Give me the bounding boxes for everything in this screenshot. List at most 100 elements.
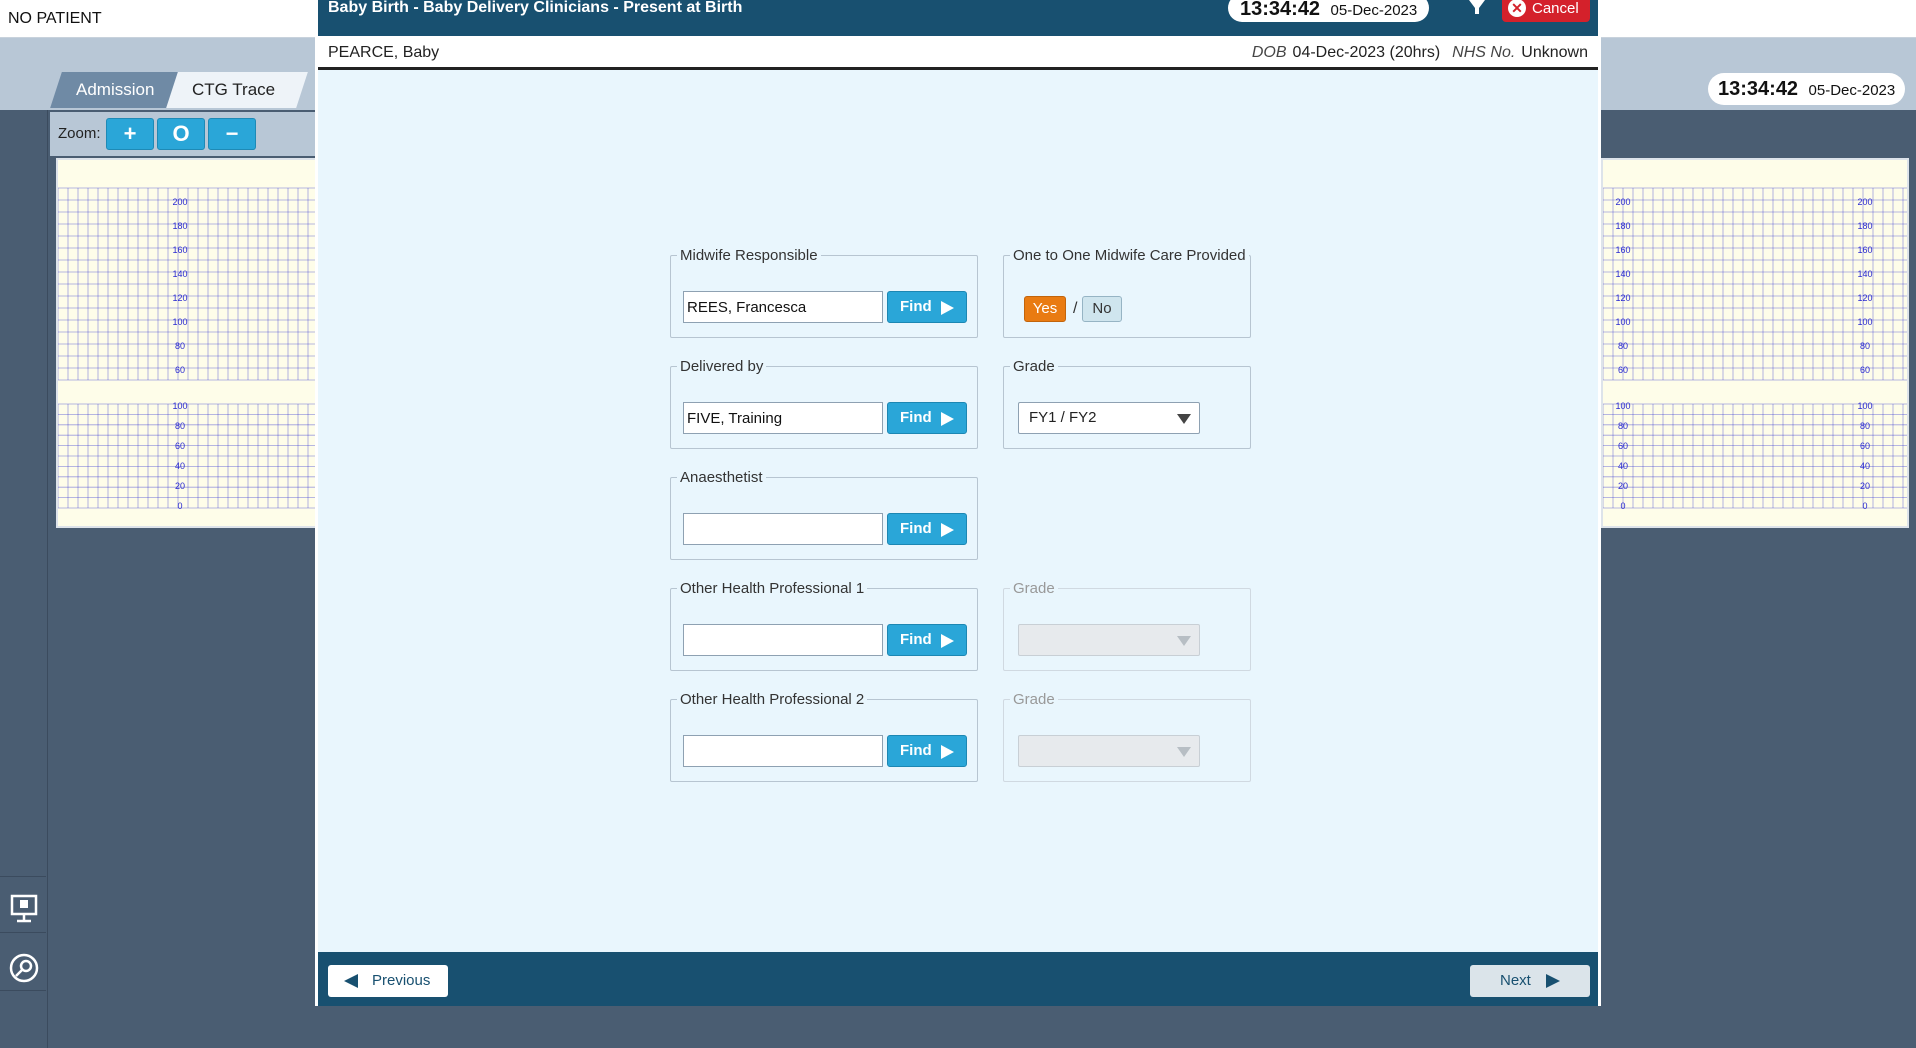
delivered-by-input[interactable] (683, 402, 883, 434)
play-arrow-icon (941, 634, 954, 648)
grade-2-group: Grade (1003, 691, 1251, 782)
ctg-toco-scale-label: 60 (175, 441, 185, 451)
search-icon[interactable] (8, 952, 40, 984)
one-to-one-yes-button[interactable]: Yes (1024, 296, 1066, 322)
left-rail (0, 110, 48, 1048)
grade-1-legend: Grade (1013, 580, 1055, 597)
ctg-fhr-scale-label: 200 (1857, 197, 1872, 207)
cancel-button[interactable]: ✕ Cancel (1502, 0, 1590, 22)
zoom-label: Zoom: (58, 125, 101, 142)
arrow-left-icon (344, 974, 358, 988)
other-professional-1-group: Other Health Professional 1 Find (670, 580, 978, 671)
tab-admission[interactable]: Admission (50, 72, 182, 108)
ctg-fhr-scale-label: 120 (1615, 293, 1630, 303)
ctg-fhr-scale-label: 120 (1857, 293, 1872, 303)
midwife-responsible-input[interactable] (683, 291, 883, 323)
monitor-icon[interactable] (8, 892, 40, 924)
dialog-header: Baby Birth - Baby Delivery Clinicians - … (318, 0, 1598, 36)
ctg-toco-scale-label: 40 (175, 461, 185, 471)
grade-select[interactable]: FY1 / FY2 (1018, 402, 1200, 434)
midwife-find-button[interactable]: Find (887, 291, 967, 323)
previous-button[interactable]: Previous (328, 965, 448, 997)
other-professional-1-find-button[interactable]: Find (887, 624, 967, 656)
ctg-fhr-scale-label: 60 (1860, 365, 1870, 375)
delivered-by-find-button[interactable]: Find (887, 402, 967, 434)
zoom-toolbar: Zoom: + O − (50, 112, 320, 156)
delivered-by-legend: Delivered by (680, 358, 764, 375)
zoom-in-button[interactable]: + (106, 118, 154, 150)
clinicians-dialog: Baby Birth - Baby Delivery Clinicians - … (315, 0, 1601, 1006)
rail-divider (0, 932, 46, 933)
dialog-clock: 13:34:42 05-Dec-2023 (1228, 0, 1430, 22)
ctg-fhr-scale-label: 160 (172, 245, 187, 255)
dob-value: 04-Dec-2023 (20hrs) (1292, 44, 1441, 61)
ctg-toco-scale-label: 100 (1857, 401, 1872, 411)
filter-icon[interactable] (1466, 0, 1488, 18)
anaesthetist-legend: Anaesthetist (680, 469, 763, 486)
other-professional-2-group: Other Health Professional 2 Find (670, 691, 978, 782)
play-arrow-icon (941, 412, 954, 426)
midwife-responsible-group: Midwife Responsible Find (670, 247, 978, 338)
other-professional-2-legend: Other Health Professional 2 (680, 691, 865, 708)
grade-legend: Grade (1013, 358, 1055, 375)
ctg-fhr-scale-label: 80 (1618, 341, 1628, 351)
zoom-out-button[interactable]: − (208, 118, 256, 150)
grade-value: FY1 / FY2 (1029, 409, 1097, 426)
app-clock-date: 05-Dec-2023 (1808, 82, 1896, 99)
cancel-label: Cancel (1532, 0, 1579, 17)
grade-2-select (1018, 735, 1200, 767)
ctg-toco-scale-label: 60 (1618, 441, 1628, 451)
ctg-fhr-scale-label: 60 (175, 365, 185, 375)
ctg-fhr-scale-label: 180 (172, 221, 187, 231)
play-arrow-icon (941, 523, 954, 537)
ctg-toco-scale-label: 0 (177, 501, 182, 511)
dialog-title: Baby Birth - Baby Delivery Clinicians - … (328, 0, 743, 16)
ctg-fhr-scale-label: 100 (172, 317, 187, 327)
ctg-fhr-scale-label: 60 (1618, 365, 1628, 375)
grade-1-group: Grade (1003, 580, 1251, 671)
dropdown-caret-icon (1177, 414, 1191, 424)
next-label: Next (1500, 972, 1531, 989)
yes-no-separator: / (1073, 300, 1078, 317)
ctg-fhr-scale-label: 140 (1615, 269, 1630, 279)
zoom-reset-button[interactable]: O (157, 118, 205, 150)
ctg-fhr-scale-label: 100 (1857, 317, 1872, 327)
other-professional-1-legend: Other Health Professional 1 (680, 580, 865, 597)
dialog-footer: Previous Next (318, 952, 1598, 1006)
ctg-fhr-scale-label: 180 (1615, 221, 1630, 231)
anaesthetist-input[interactable] (683, 513, 883, 545)
ctg-toco-scale-label: 80 (1860, 421, 1870, 431)
ctg-toco-scale-label: 40 (1618, 461, 1628, 471)
other-professional-2-find-button[interactable]: Find (887, 735, 967, 767)
ctg-trace-panel-left: 200 180 160 140 120 100 80 60 100 80 60 40 20 0 (56, 158, 320, 528)
patient-name: PEARCE, Baby (328, 44, 440, 61)
other-professional-2-input[interactable] (683, 735, 883, 767)
ctg-toco-scale-label: 100 (1615, 401, 1630, 411)
dialog-clock-date: 05-Dec-2023 (1330, 2, 1418, 19)
find-label: Find (900, 520, 932, 537)
other-professional-1-input[interactable] (683, 624, 883, 656)
grade-group: Grade FY1 / FY2 (1003, 358, 1251, 449)
one-to-one-care-group: One to One Midwife Care Provided Yes / N… (1003, 247, 1251, 338)
arrow-right-icon (1546, 974, 1560, 988)
ctg-fhr-scale-label: 140 (172, 269, 187, 279)
ctg-fhr-scale-label: 180 (1857, 221, 1872, 231)
tab-ctg-trace[interactable]: CTG Trace (166, 72, 308, 108)
ctg-fhr-scale-label: 80 (1860, 341, 1870, 351)
ctg-toco-scale-label: 60 (1860, 441, 1870, 451)
next-button[interactable]: Next (1470, 965, 1590, 997)
play-arrow-icon (941, 301, 954, 315)
ctg-fhr-scale-label: 160 (1615, 245, 1630, 255)
ctg-fhr-scale-label: 200 (1615, 197, 1630, 207)
ctg-toco-scale-label: 0 (1620, 501, 1625, 511)
one-to-one-no-button[interactable]: No (1082, 296, 1122, 322)
anaesthetist-find-button[interactable]: Find (887, 513, 967, 545)
tab-ctg-trace-label: CTG Trace (192, 80, 276, 99)
ctg-toco-scale-label: 40 (1860, 461, 1870, 471)
find-label: Find (900, 742, 932, 759)
ctg-toco-scale-label: 20 (175, 481, 185, 491)
ctg-grid: 2001801601401201008060100806040200 (58, 187, 318, 511)
nhs-label: NHS No. (1452, 44, 1516, 61)
nhs-value: Unknown (1521, 44, 1588, 61)
grade-1-select (1018, 624, 1200, 656)
